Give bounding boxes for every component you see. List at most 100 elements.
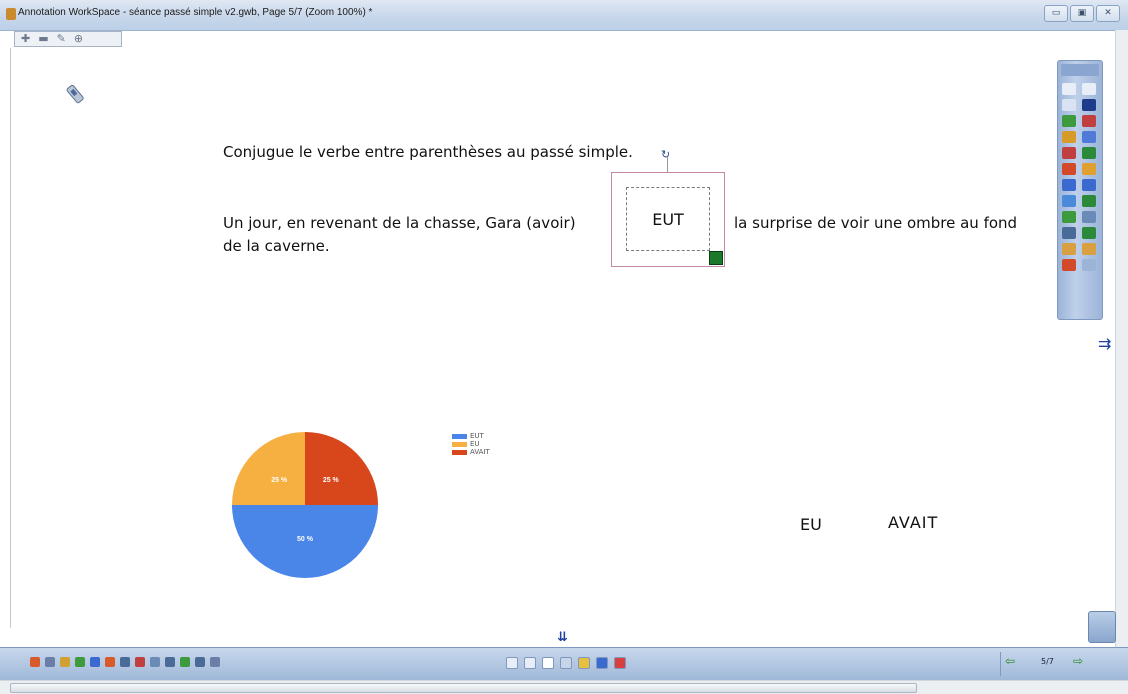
tool-icon[interactable] [1082, 115, 1096, 127]
toolbar-tool-icon[interactable] [165, 657, 175, 667]
toolbar-tool-icon[interactable] [120, 657, 130, 667]
app-icon [6, 8, 16, 20]
minimize-button[interactable]: ▭ [1044, 5, 1068, 22]
legend-label: EUT [470, 432, 484, 440]
page-toolbar: ✚ ▬ ✎ ⊕ [14, 31, 122, 47]
option-avait[interactable]: AVAIT [888, 513, 938, 532]
page-view-icon[interactable] [506, 657, 518, 669]
tool-icon[interactable] [1082, 83, 1096, 95]
tool-icon[interactable] [1082, 227, 1096, 239]
toolbar-tool-icon[interactable] [150, 657, 160, 667]
tool-icon[interactable] [1062, 243, 1076, 255]
tool-icon[interactable] [1062, 163, 1076, 175]
tool-icon[interactable] [1062, 211, 1076, 223]
page-view-icon[interactable] [542, 657, 554, 669]
window-title: Annotation WorkSpace - séance passé simp… [18, 7, 373, 18]
answer-text[interactable]: EUT [626, 187, 710, 251]
legend-label: AVAIT [470, 448, 490, 456]
sentence-part1-line1: Un jour, en revenant de la chasse, Gara … [223, 214, 576, 232]
tool-icon[interactable] [1062, 195, 1076, 207]
legend-swatch [452, 433, 467, 439]
sentence-part2: la surprise de voir une ombre au fond [734, 214, 1018, 232]
rotate-stem [667, 157, 668, 173]
tool-icon[interactable] [1062, 83, 1076, 95]
toolbar-tool-icon[interactable] [105, 657, 115, 667]
page-view-icon[interactable] [560, 657, 572, 669]
page-view-icon[interactable] [578, 657, 590, 669]
previous-page-icon[interactable]: ⇦ [1005, 654, 1015, 668]
resize-handle[interactable] [709, 251, 723, 265]
page-view-icon[interactable] [524, 657, 536, 669]
tool-icon[interactable] [1082, 131, 1096, 143]
tool-grid [1062, 83, 1098, 271]
maximize-button[interactable]: ▣ [1070, 5, 1094, 22]
sentence-part1-line2: de la caverne. [223, 237, 330, 255]
toolbar-tool-icon[interactable] [180, 657, 190, 667]
pie-label-avait: 25 % [323, 477, 340, 484]
panel-header[interactable] [1061, 64, 1099, 76]
bottom-tools-left [30, 657, 220, 667]
pie-slice-avait [305, 432, 378, 505]
page-indicator: 5/7 [1041, 657, 1054, 666]
legend-swatch [452, 441, 467, 447]
tool-icon[interactable] [1062, 259, 1076, 271]
toolbar-tool-icon[interactable] [60, 657, 70, 667]
add-page-icon[interactable]: ✚ [21, 32, 30, 46]
instruction-text: Conjugue le verbe entre parenthèses au p… [223, 143, 633, 161]
pie-label-eu: 25 % [271, 477, 288, 484]
vertical-scrollbar[interactable] [1115, 30, 1128, 680]
scrollbar-thumb[interactable] [10, 683, 917, 693]
expand-toolbar-icon[interactable]: ⇊ [557, 630, 568, 645]
tool-icon[interactable] [1062, 131, 1076, 143]
tool-icon[interactable] [1082, 211, 1096, 223]
title-bar: Annotation WorkSpace - séance passé simp… [0, 0, 1128, 31]
rotate-handle-icon[interactable]: ↻ [661, 148, 670, 161]
toolbar-tool-icon[interactable] [75, 657, 85, 667]
tool-icon[interactable] [1062, 227, 1076, 239]
remove-page-icon[interactable]: ▬ [38, 32, 48, 46]
tools-side-panel [1057, 60, 1103, 320]
tool-icon[interactable] [1062, 147, 1076, 159]
option-eu[interactable]: EU [800, 515, 822, 534]
toolbar-tool-icon[interactable] [210, 657, 220, 667]
toolbar-tool-icon[interactable] [195, 657, 205, 667]
legend-item-eu: EU [452, 440, 490, 448]
close-button[interactable]: ✕ [1096, 5, 1120, 22]
edit-page-icon[interactable]: ✎ [57, 32, 66, 46]
tool-icon[interactable] [1062, 115, 1076, 127]
results-pie-chart: 50 % 25 % 25 % [232, 432, 378, 578]
window-controls: ▭ ▣ ✕ [1044, 5, 1120, 22]
toolbar-tool-icon[interactable] [90, 657, 100, 667]
pie-label-eut: 50 % [297, 536, 314, 543]
toolbar-tool-icon[interactable] [30, 657, 40, 667]
next-page-icon[interactable]: ⇨ [1073, 654, 1083, 668]
pie-slice-eu [232, 432, 305, 505]
tool-icon[interactable] [1082, 99, 1096, 111]
tool-icon[interactable] [1082, 259, 1096, 271]
tool-icon[interactable] [1082, 243, 1096, 255]
page-view-icon[interactable] [614, 657, 626, 669]
chart-legend: EUT EU AVAIT [452, 432, 490, 456]
toolbar-tool-icon[interactable] [45, 657, 55, 667]
toolbar-tool-icon[interactable] [135, 657, 145, 667]
horizontal-scrollbar[interactable] [0, 680, 1128, 694]
expand-panel-icon[interactable]: ⇉ [1098, 334, 1111, 353]
page-view-icon[interactable] [596, 657, 608, 669]
tool-icon[interactable] [1082, 195, 1096, 207]
answer-box[interactable]: EUT [611, 157, 725, 267]
tool-icon[interactable] [1062, 99, 1076, 111]
settings-page-icon[interactable]: ⊕ [74, 32, 83, 46]
tool-icon[interactable] [1082, 179, 1096, 191]
legend-swatch [452, 449, 467, 455]
tool-icon[interactable] [1082, 163, 1096, 175]
legend-item-eut: EUT [452, 432, 490, 440]
tool-icon[interactable] [1082, 147, 1096, 159]
tool-icon[interactable] [1062, 179, 1076, 191]
whiteboard-canvas[interactable] [10, 48, 1117, 628]
legend-label: EU [470, 440, 480, 448]
bottom-toolbar [0, 647, 1128, 680]
corner-tool-button[interactable] [1088, 611, 1116, 643]
bottom-tools-middle [506, 657, 626, 669]
pen-tool-icon[interactable] [64, 80, 88, 104]
page-navigation [1000, 652, 1128, 676]
